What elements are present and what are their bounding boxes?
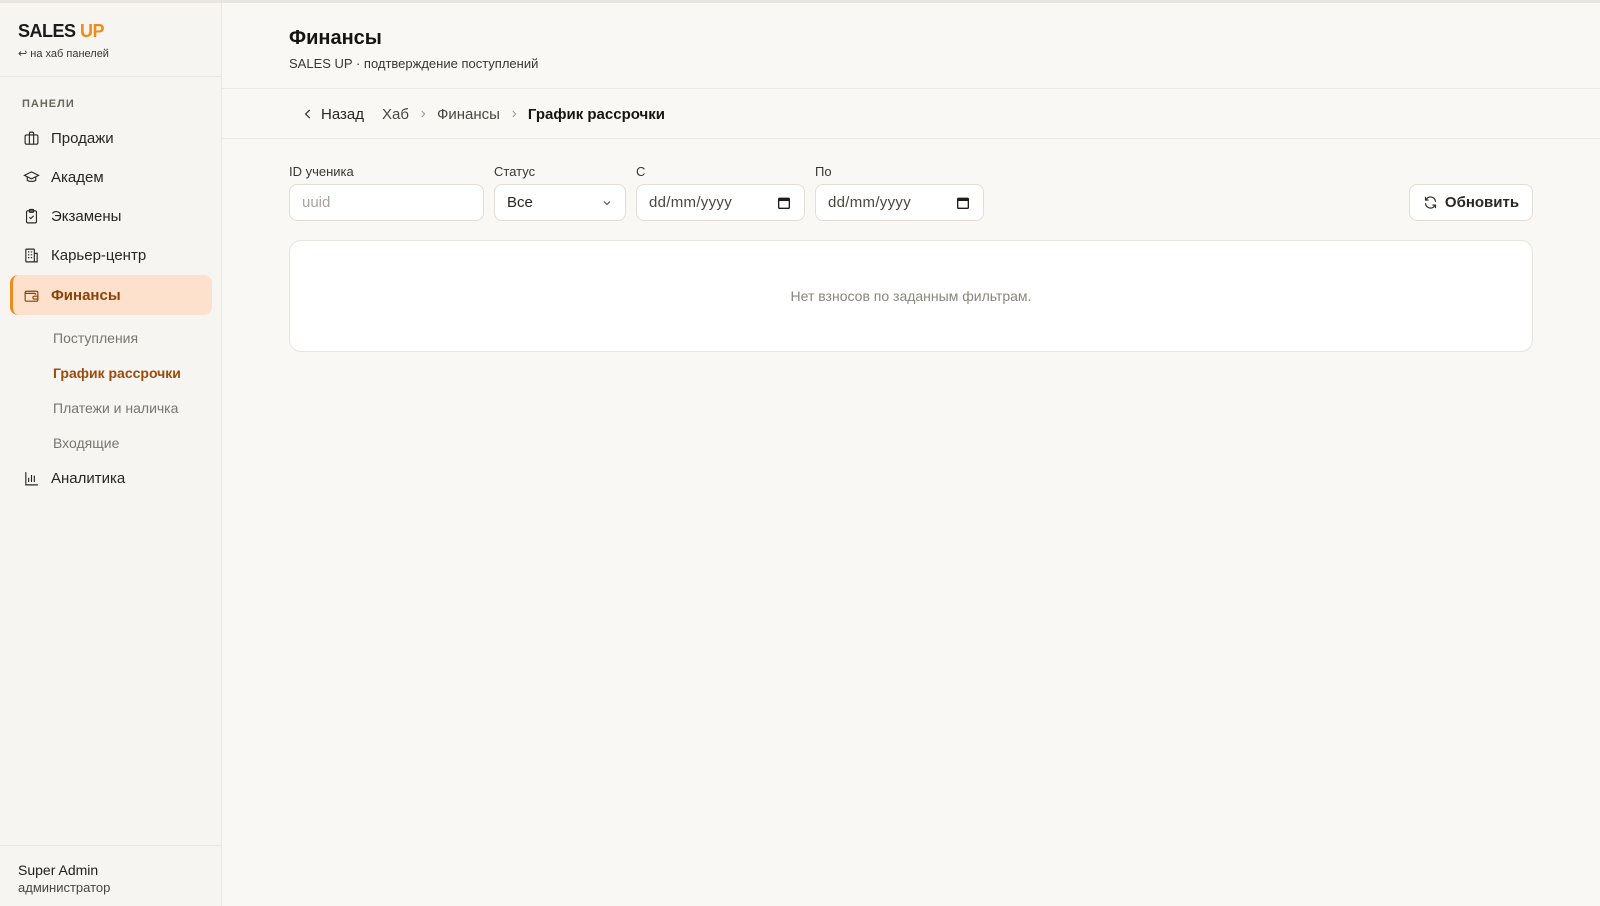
refresh-label: Обновить	[1444, 194, 1520, 211]
brand-logo[interactable]: SALES UP	[18, 21, 105, 42]
sidebar-item-exams[interactable]: Экзамены	[10, 196, 212, 236]
sidebar: SALES UP ↩ на хаб панелей ПАНЕЛИ Продажи…	[0, 3, 222, 906]
sidebar-item-label: Экзамены	[51, 207, 122, 225]
breadcrumb-hub[interactable]: Хаб	[382, 106, 409, 123]
brand-name: SALES	[18, 21, 76, 41]
student-id-input[interactable]: uuid	[289, 184, 484, 221]
sidebar-subitem-receipts[interactable]: Поступления	[53, 330, 138, 346]
student-id-label: ID ученика	[289, 164, 354, 179]
user-block[interactable]: Super Admin администратор	[0, 845, 221, 906]
hub-link[interactable]: ↩ на хаб панелей	[18, 47, 109, 60]
sidebar-item-career[interactable]: Карьер-центр	[10, 235, 212, 275]
empty-state-text: Нет взносов по заданным фильтрам.	[790, 288, 1032, 304]
sidebar-subitem-payments-cash[interactable]: Платежи и наличка	[53, 400, 178, 416]
date-from-label: С	[636, 164, 646, 179]
back-button[interactable]: Назад	[301, 106, 364, 123]
sidebar-item-sales[interactable]: Продажи	[10, 118, 212, 158]
sidebar-item-label: Карьер-центр	[51, 246, 147, 264]
date-from-input[interactable]: dd/mm/yyyy	[636, 184, 805, 221]
chevron-right-icon	[418, 109, 428, 119]
sidebar-subitem-incoming[interactable]: Входящие	[53, 435, 119, 451]
back-label: Назад	[321, 105, 364, 123]
installments-table-empty: Нет взносов по заданным фильтрам.	[289, 240, 1533, 352]
building-icon	[22, 246, 40, 264]
bar-chart-icon	[22, 469, 40, 487]
status-label: Статус	[494, 164, 536, 179]
breadcrumb-current: График рассрочки	[527, 105, 665, 123]
sidebar-item-analytics[interactable]: Аналитика	[10, 458, 212, 498]
chevron-down-icon	[601, 195, 613, 209]
calendar-icon[interactable]	[776, 195, 792, 211]
status-select[interactable]: Все	[494, 184, 626, 221]
sidebar-item-label: Продажи	[51, 129, 114, 147]
section-label: ПАНЕЛИ	[22, 98, 75, 110]
student-id-placeholder: uuid	[302, 194, 331, 211]
chevron-right-icon	[509, 109, 519, 119]
graduation-cap-icon	[22, 168, 40, 186]
breadcrumb-bar: Назад Хаб Финансы График рассрочки	[222, 89, 1600, 139]
breadcrumb-finance[interactable]: Финансы	[437, 106, 500, 123]
calendar-icon[interactable]	[955, 195, 971, 211]
page-subtitle: SALES UP · подтверждение поступлений	[289, 56, 539, 71]
briefcase-icon	[22, 129, 40, 147]
sidebar-item-finance[interactable]: Финансы	[10, 275, 212, 315]
chevron-left-icon	[304, 109, 311, 119]
page-header: Финансы SALES UP · подтверждение поступл…	[222, 3, 1600, 89]
sidebar-item-label: Аналитика	[51, 469, 126, 487]
status-selected-value: Все	[507, 194, 533, 211]
date-to-input[interactable]: dd/mm/yyyy	[815, 184, 984, 221]
refresh-icon	[1424, 196, 1436, 209]
sidebar-item-label: Академ	[51, 168, 104, 186]
brand-name-accent: UP	[80, 21, 105, 41]
date-to-label: По	[815, 164, 832, 179]
sidebar-item-label: Финансы	[51, 286, 121, 304]
user-name: Super Admin	[18, 862, 99, 878]
brand-block: SALES UP ↩ на хаб панелей	[0, 3, 221, 77]
user-role: администратор	[18, 880, 111, 895]
sidebar-item-academ[interactable]: Академ	[10, 157, 212, 197]
breadcrumb: Назад Хаб Финансы График рассрочки	[301, 89, 665, 139]
wallet-icon	[22, 286, 40, 304]
sidebar-subitem-installments[interactable]: График рассрочки	[53, 365, 181, 381]
refresh-button[interactable]: Обновить	[1409, 184, 1533, 221]
date-from-placeholder: dd/mm/yyyy	[649, 194, 733, 211]
date-to-placeholder: dd/mm/yyyy	[828, 194, 912, 211]
clipboard-check-icon	[22, 207, 40, 225]
page-title: Финансы	[289, 27, 382, 49]
